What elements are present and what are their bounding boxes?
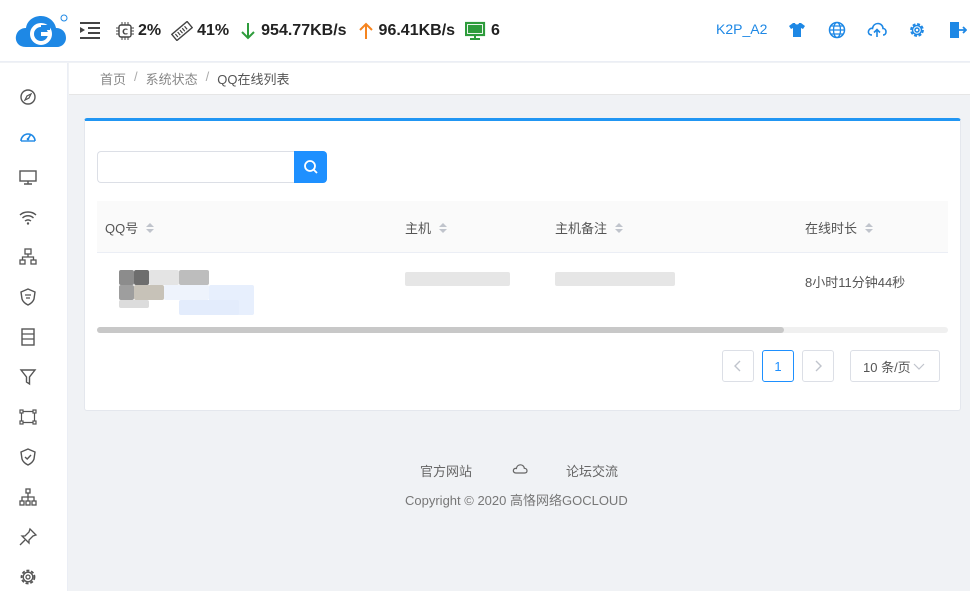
logout-icon[interactable] [947,20,967,40]
gocloud-logo[interactable] [14,13,68,51]
sidebar-network-icon[interactable] [18,247,38,267]
cloud-upload-icon[interactable] [867,20,887,40]
upload-speed: 96.41KB/s [378,22,456,39]
sidebar-shield-check-icon[interactable] [18,447,38,467]
column-header-qq[interactable]: QQ号 [105,218,155,237]
prev-page-button[interactable] [722,350,754,382]
tshirt-icon[interactable] [787,20,807,40]
cloud-icon[interactable] [512,461,528,477]
devices-stat: 6 [465,21,500,41]
next-page-button[interactable] [802,350,834,382]
globe-icon[interactable] [827,20,847,40]
horizontal-scrollbar[interactable] [97,327,948,333]
search-input[interactable] [97,151,294,183]
page-size-value: 10 条/页 [863,359,911,375]
sidebar-shield-icon[interactable] [18,287,38,307]
memory-value: 41% [197,22,230,39]
sort-icon[interactable] [865,222,874,233]
monitor-icon [465,21,486,40]
qq-online-list-card: QQ号 主机 主机备注 在线时长 8小时11分钟44秒 1 10 条/页 [84,118,961,411]
sort-icon[interactable] [439,222,448,233]
top-header: C 2% 41% 954.77KB/s 96.41KB/s 6 K2P_A2 [0,0,970,62]
host-cell-redacted [405,272,510,286]
upload-stat: 96.41KB/s [357,21,456,41]
copyright-text: Copyright © 2020 高恪网络GOCLOUD [405,493,628,508]
column-header-host-note[interactable]: 主机备注 [555,218,624,237]
breadcrumb-separator: / [205,69,210,84]
breadcrumb-separator: / [134,69,138,84]
sidebar-wifi-icon[interactable] [18,207,38,227]
column-header-host[interactable]: 主机 [405,218,448,237]
column-header-label: QQ号 [105,221,139,236]
sort-icon[interactable] [615,222,624,233]
sidebar-compass-icon[interactable] [18,87,38,107]
page-button-current[interactable]: 1 [762,350,794,382]
column-header-online-duration[interactable]: 在线时长 [805,218,874,237]
device-name-link[interactable]: K2P_A2 [716,21,767,37]
sidebar [0,63,68,591]
breadcrumb-system-status[interactable]: 系统状态 [146,69,198,88]
sort-icon[interactable] [146,222,155,233]
download-stat: 954.77KB/s [239,21,347,41]
column-header-label: 主机备注 [555,221,608,236]
arrow-up-icon [358,22,373,39]
sidebar-settings-icon[interactable] [18,567,38,587]
table-header: QQ号 主机 主机备注 在线时长 [97,201,948,253]
chevron-right-icon [815,360,822,372]
cpu-icon: C [116,22,134,40]
device-count: 6 [491,22,500,39]
sidebar-dashboard-icon[interactable] [18,127,38,147]
column-header-label: 在线时长 [805,221,858,236]
sidebar-sitemap-icon[interactable] [18,487,38,507]
breadcrumb-current: QQ在线列表 [217,72,290,87]
system-stats: C 2% 41% 954.77KB/s 96.41KB/s 6 [116,18,510,44]
arrow-down-icon [241,23,255,40]
cpu-stat: C 2% [116,22,161,40]
sidebar-topology-icon[interactable] [18,407,38,427]
sidebar-pin-icon[interactable] [18,527,38,547]
menu-toggle-icon[interactable] [80,21,100,39]
online-duration-cell: 8小时11分钟44秒 [805,275,906,290]
cpu-value: 2% [138,22,162,39]
page-size-select[interactable]: 10 条/页 [850,350,940,382]
chevron-left-icon [734,360,741,372]
sidebar-monitor-icon[interactable] [18,167,38,187]
sidebar-filter-icon[interactable] [18,367,38,387]
breadcrumb: 首页 / 系统状态 / QQ在线列表 [100,69,290,88]
chevron-down-icon [913,363,925,370]
search-button[interactable] [294,151,327,183]
memory-icon [171,21,194,41]
svg-text:C: C [122,28,128,37]
search-icon [303,160,318,174]
breadcrumb-home[interactable]: 首页 [100,69,126,88]
official-site-link[interactable]: 官方网站 [420,461,472,480]
gear-icon[interactable] [907,20,927,40]
breadcrumb-bar: 首页 / 系统状态 / QQ在线列表 [69,63,970,95]
memory-stat: 41% [171,21,229,41]
download-speed: 954.77KB/s [261,22,347,39]
footer-links: 官方网站 论坛交流 [420,461,618,480]
column-header-label: 主机 [405,221,432,236]
table-row: 8小时11分钟44秒 [97,253,948,327]
sidebar-server-icon[interactable] [18,327,38,347]
forum-link[interactable]: 论坛交流 [566,461,618,480]
search-bar [97,151,327,183]
scrollbar-thumb[interactable] [97,327,784,333]
host-note-cell-redacted [555,272,675,286]
